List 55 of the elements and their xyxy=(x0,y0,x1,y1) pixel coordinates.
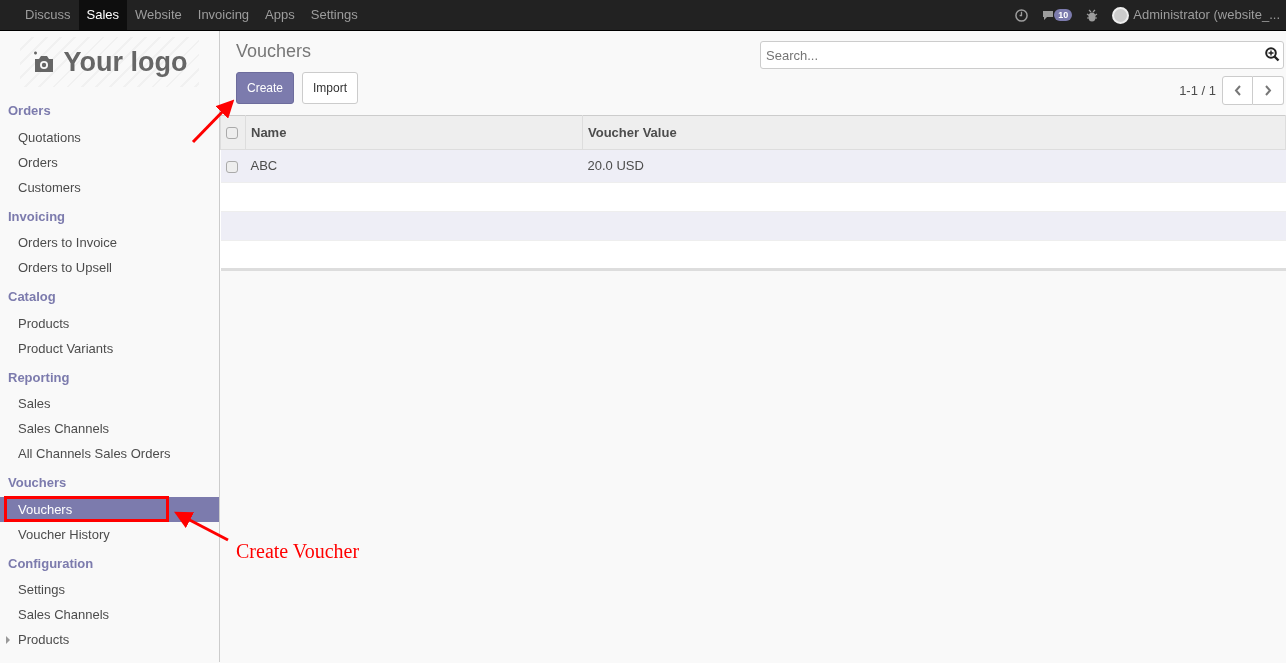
sidebar-item[interactable]: Products xyxy=(0,310,219,336)
column-header[interactable]: Voucher Value xyxy=(582,115,1286,150)
sidebar-section-header: Configuration xyxy=(7,554,95,573)
search-icon[interactable] xyxy=(1265,47,1280,62)
sidebar-item[interactable]: Voucher History xyxy=(0,521,219,547)
menu-tab[interactable]: Apps xyxy=(257,0,303,30)
chat-icon[interactable] xyxy=(1042,9,1055,21)
next-button[interactable] xyxy=(1253,76,1284,105)
clock-icon[interactable] xyxy=(1015,8,1029,22)
sidebar-item[interactable]: Orders to Invoice xyxy=(0,230,219,255)
column-header[interactable]: Name xyxy=(245,115,583,150)
sidebar-item[interactable]: Product Variants xyxy=(0,335,219,361)
table-cell: 20.0 USD xyxy=(582,149,1286,183)
sidebar-section-header: Vouchers xyxy=(7,474,68,492)
chevron-left-icon xyxy=(1233,85,1242,96)
sidebar-item[interactable]: Sales Channels xyxy=(0,416,219,441)
previous-button[interactable] xyxy=(1222,76,1253,105)
sidebar-item[interactable]: All Channels Sales Orders xyxy=(0,441,219,466)
pager-text: 1-1 / 1 xyxy=(1179,81,1216,100)
caret-icon[interactable] xyxy=(6,636,11,644)
import-button[interactable]: Import xyxy=(302,71,359,104)
search-field[interactable]: Search... xyxy=(760,41,1284,69)
sidebar-item[interactable]: Sales xyxy=(0,391,219,416)
menu-tab[interactable]: Sales xyxy=(78,0,128,30)
sidebar-section-header: Reporting xyxy=(7,368,71,387)
logo-text: Your logo xyxy=(63,45,188,79)
sidebar-item[interactable]: Customers xyxy=(0,174,219,200)
menu-tab[interactable]: Invoicing xyxy=(189,0,258,30)
table-cell: ABC xyxy=(245,149,583,183)
message-count: 10 xyxy=(1054,9,1073,21)
sidebar-section-header: Catalog xyxy=(7,288,57,306)
annotation-arrow xyxy=(174,511,229,542)
sidebar-section-header: Invoicing xyxy=(7,207,67,226)
sidebar-item[interactable]: Vouchers xyxy=(0,496,219,522)
chevron-right-icon xyxy=(1264,85,1272,96)
page-title: Vouchers xyxy=(236,41,313,63)
annotation-text: Create Voucher xyxy=(236,539,360,564)
user-name[interactable]: Administrator (website_... xyxy=(1133,5,1280,25)
sidebar-item[interactable]: Products xyxy=(0,627,219,652)
sidebar-section-header: Orders xyxy=(7,102,52,120)
menu-tab[interactable]: Discuss xyxy=(17,0,79,30)
sidebar-item[interactable]: Sales Channels xyxy=(0,602,219,627)
camera-icon xyxy=(31,51,56,73)
sidebar-item[interactable]: Orders xyxy=(0,149,219,175)
sidebar-item[interactable]: Settings xyxy=(0,577,219,602)
sidebar-item[interactable]: Quotations xyxy=(0,124,219,150)
menu-tab[interactable]: Settings xyxy=(302,0,366,30)
menu-tab[interactable]: Website xyxy=(127,0,190,30)
row-checkbox[interactable] xyxy=(225,160,238,173)
user-avatar[interactable] xyxy=(1112,6,1130,24)
create-button[interactable]: Create xyxy=(236,71,295,104)
select-all-checkbox[interactable] xyxy=(226,127,238,140)
sidebar-item[interactable]: Orders to Upsell xyxy=(0,255,219,280)
annotation-arrow xyxy=(191,99,235,144)
bug-icon[interactable] xyxy=(1086,8,1099,22)
